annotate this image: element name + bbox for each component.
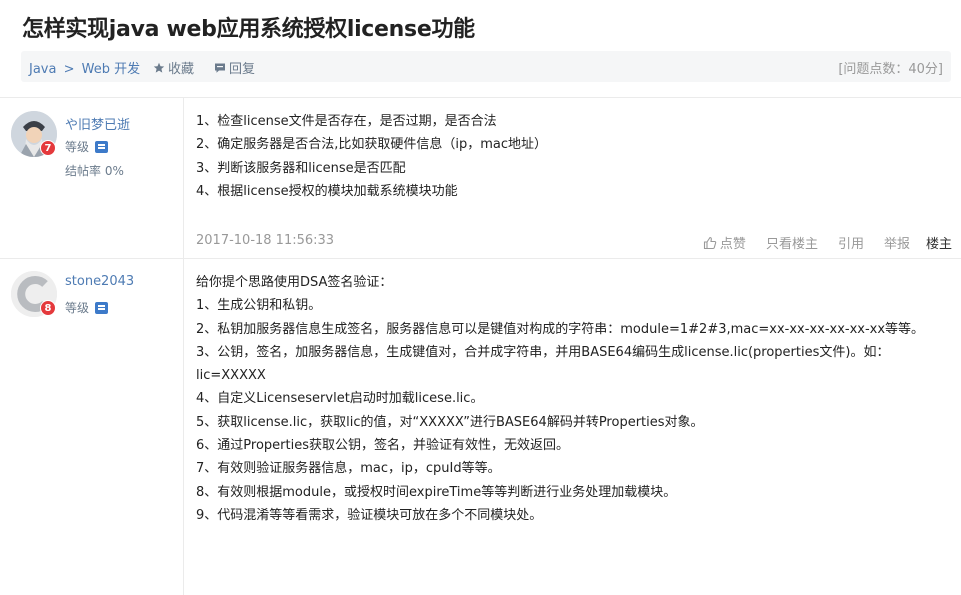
reply-button[interactable]: 回复 — [214, 58, 255, 77]
topic-toolbar: Java > Web 开发 收藏 回复 [问题点数：40分] — [21, 51, 951, 82]
floor-label: 楼主 — [925, 237, 952, 252]
report-button[interactable]: 举报 — [884, 233, 910, 252]
post-line: 8、有效则根据module，或授权时间expireTime等等判断进行业务处理加… — [196, 484, 677, 500]
post-line: 4、自定义Licenseservlet启动时加载licese.lic。 — [196, 391, 484, 407]
level-label: 等级 — [65, 140, 90, 154]
favorite-button[interactable]: 收藏 — [153, 58, 194, 77]
post-line: 5、获取license.lic，获取lic的值，对“XXXXX”进行BASE64… — [196, 414, 704, 430]
user-level: 等级 — [65, 299, 109, 316]
reply-label: 回复 — [229, 62, 256, 77]
username[interactable]: stone2043 — [65, 274, 134, 289]
post-line: 7、有效则验证服务器信息，mac，ip，cpuId等等。 — [196, 461, 501, 477]
like-button[interactable]: 点赞 — [703, 233, 746, 252]
post-line: 2、私钥加服务器信息生成签名，服务器信息可以是键值对构成的字符串：module=… — [196, 321, 925, 337]
like-label: 点赞 — [719, 237, 746, 252]
post-line: 4、根据license授权的模块加载系统模块功能 — [196, 183, 458, 199]
level-icon — [95, 140, 109, 153]
level-badge: 8 — [40, 300, 56, 316]
post-line: 6、通过Properties获取公钥，签名，并验证有效性，无效返回。 — [196, 438, 569, 454]
level-label: 等级 — [65, 301, 90, 315]
level-badge: 7 — [40, 140, 56, 156]
post-actions: 点赞 只看楼主 引用 举报 楼主 — [683, 233, 952, 252]
comment-icon — [215, 63, 225, 73]
breadcrumb: Java > Web 开发 — [29, 58, 140, 77]
username[interactable]: や旧梦已逝 — [65, 114, 130, 133]
post-line: 给你提个思路使用DSA签名验证： — [196, 275, 393, 290]
level-icon — [95, 301, 109, 314]
post-line: 9、代码混淆等等看需求，验证模块可放在多个不同模块处。 — [196, 507, 543, 523]
only-author-button[interactable]: 只看楼主 — [766, 233, 818, 252]
breadcrumb-web[interactable]: Web 开发 — [82, 62, 140, 77]
post-line: 3、判断该服务器和license是否匹配 — [196, 160, 406, 176]
post-line: 2、确定服务器是否合法,比如获取硬件信息（ip，mac地址） — [196, 137, 548, 153]
post-line: 3、公钥，签名，加服务器信息，生成键值对，合并成字符串，并用BASE64编码生成… — [196, 344, 890, 360]
post-content: 给你提个思路使用DSA签名验证： 1、生成公钥和私钥。 2、私钥加服务器信息生成… — [196, 271, 924, 527]
close-rate: 结帖率 0% — [65, 164, 124, 178]
post-date: 2017-10-18 11:56:33 — [196, 233, 335, 248]
favorite-label: 收藏 — [168, 62, 195, 77]
star-icon — [153, 62, 165, 73]
post-divider — [183, 98, 184, 258]
post-line: 1、生成公钥和私钥。 — [196, 298, 322, 314]
post-content: 1、检查license文件是否存在，是否过期，是否合法 2、确定服务器是否合法,… — [196, 110, 547, 203]
post-line: lic=XXXXX — [196, 368, 266, 384]
divider — [0, 258, 961, 259]
user-level: 等级 — [65, 138, 109, 155]
post-line: 1、检查license文件是否存在，是否过期，是否合法 — [196, 114, 497, 129]
breadcrumb-separator: > — [63, 62, 75, 77]
quote-button[interactable]: 引用 — [838, 233, 864, 252]
divider — [0, 97, 961, 98]
thumbs-up-icon — [703, 236, 717, 249]
post-divider — [183, 259, 184, 595]
breadcrumb-java[interactable]: Java — [29, 62, 56, 77]
question-points: [问题点数：40分] — [838, 62, 943, 77]
page-title: 怎样实现java web应用系统授权license功能 — [22, 17, 475, 42]
